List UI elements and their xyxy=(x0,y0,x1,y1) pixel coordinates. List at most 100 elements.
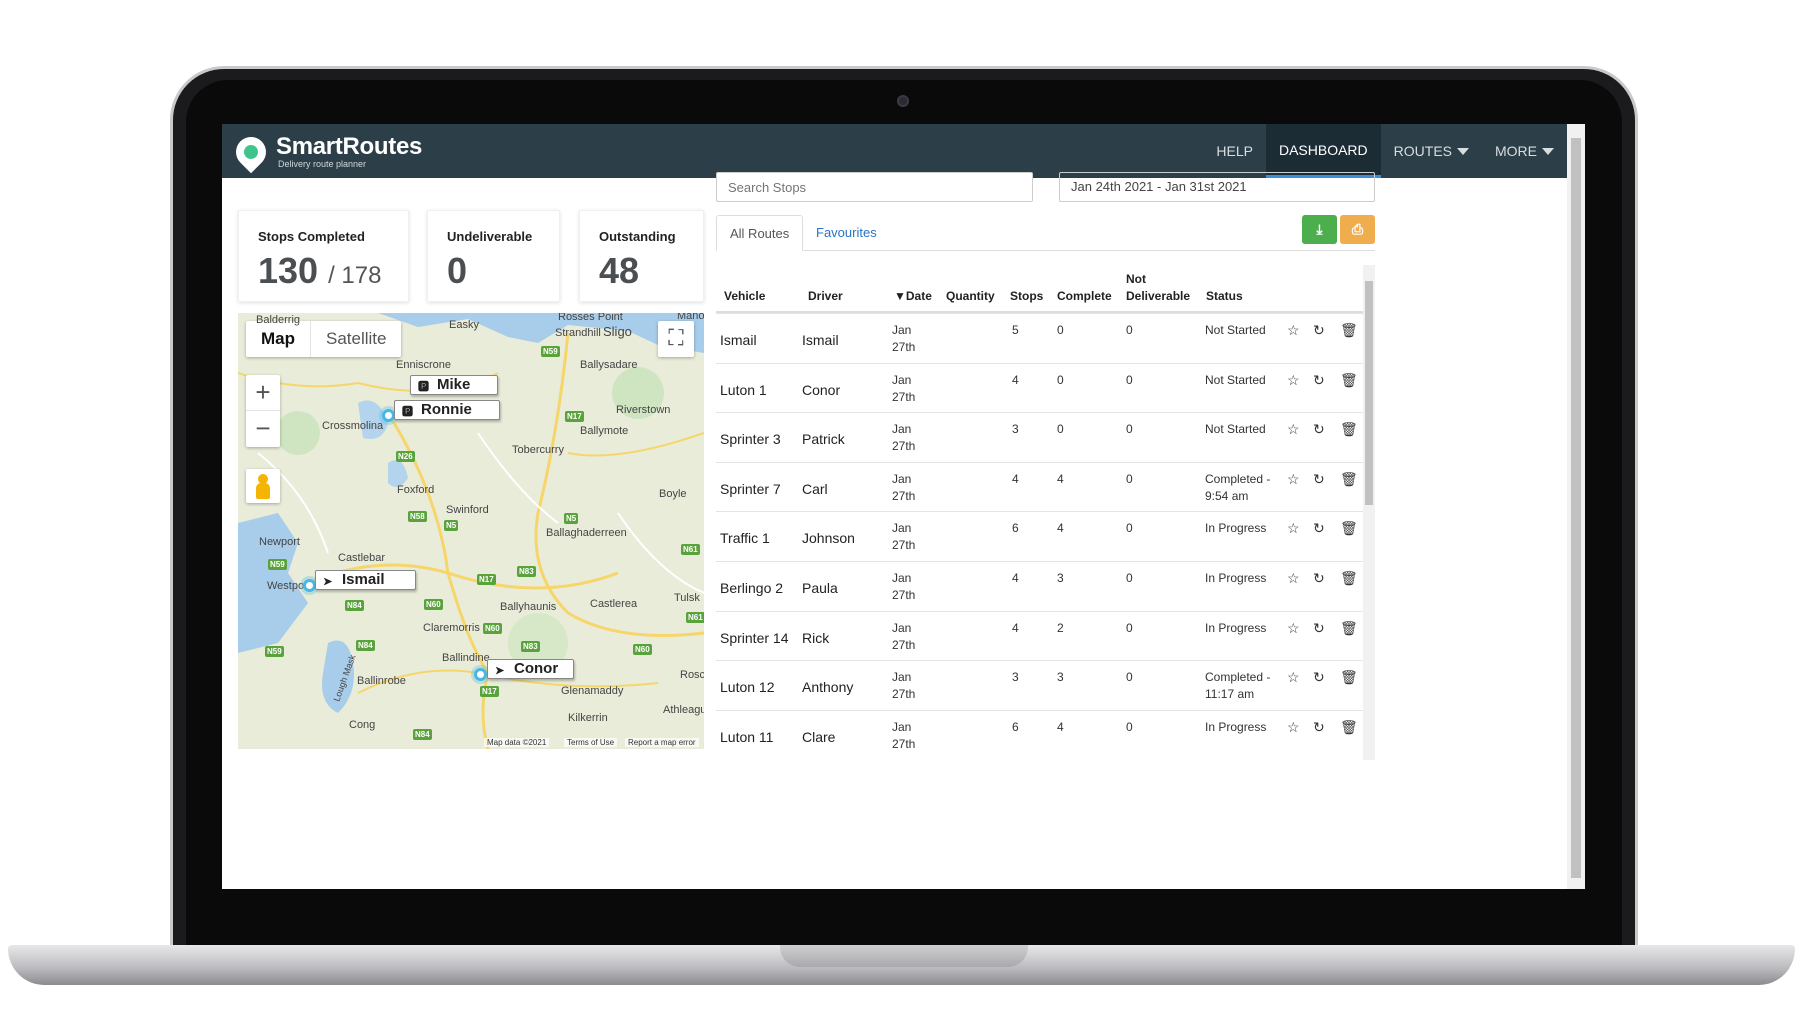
tab-favourites[interactable]: Favourites xyxy=(803,215,890,251)
camera-dot xyxy=(897,95,909,107)
cell-date-day: 27th xyxy=(892,340,916,354)
map-place: Ballysadare xyxy=(580,359,638,371)
trash-icon[interactable]: 🗑 xyxy=(1340,719,1358,736)
star-icon[interactable]: ☆ xyxy=(1287,471,1300,488)
route-map[interactable]: Map Satellite ⛶ + − Easky Rosses Point S… xyxy=(238,313,704,749)
road-label: N17 xyxy=(477,574,496,585)
trash-icon[interactable]: 🗑 xyxy=(1340,669,1358,686)
nav-more[interactable]: MORE xyxy=(1482,124,1567,178)
driver-label-ismail[interactable]: ➤ Ismail xyxy=(315,570,416,590)
star-icon[interactable]: ☆ xyxy=(1287,620,1300,637)
table-row[interactable]: Luton 12 Anthony Jan 27th 3 3 0 Completed - 11:1… xyxy=(716,660,1363,710)
cell-not-deliverable: 0 xyxy=(1126,719,1133,734)
star-icon[interactable]: ☆ xyxy=(1287,520,1300,537)
col-not-deliverable[interactable]: Not Deliverable xyxy=(1126,271,1190,305)
trash-icon[interactable]: 🗑 xyxy=(1340,322,1358,339)
road-label: N5 xyxy=(564,513,579,524)
table-row[interactable]: Berlingo 2 Paula Jan 27th 4 3 0 In Progress ☆ ↻ 🗑 xyxy=(716,561,1363,611)
refresh-icon[interactable]: ↻ xyxy=(1313,620,1325,637)
street-view-pegman-icon[interactable] xyxy=(246,469,280,503)
brand-tagline: Delivery route planner xyxy=(278,159,367,169)
search-stops-input[interactable] xyxy=(716,172,1033,202)
cell-not-deliverable: 0 xyxy=(1126,323,1133,337)
nav-routes[interactable]: ROUTES xyxy=(1381,124,1482,178)
cell-stops: 5 xyxy=(1012,323,1019,337)
cell-status: In Progress xyxy=(1205,620,1266,637)
download-button[interactable]: ⤓ xyxy=(1302,215,1337,244)
routes-table: Vehicle Driver ▼Date Quantity Stops Comp… xyxy=(716,265,1363,889)
trash-icon[interactable]: 🗑 xyxy=(1340,372,1358,389)
star-icon[interactable]: ☆ xyxy=(1287,719,1300,736)
star-icon[interactable]: ☆ xyxy=(1287,421,1300,438)
col-not-deliverable-line2: Deliverable xyxy=(1126,289,1191,303)
table-scrollbar-thumb[interactable] xyxy=(1365,281,1373,505)
star-icon[interactable]: ☆ xyxy=(1287,570,1300,587)
col-status[interactable]: Status xyxy=(1206,288,1243,305)
table-row[interactable]: Luton 1 Conor Jan 27th 4 0 0 Not Started ☆ ↻ 🗑 xyxy=(716,362,1363,413)
star-icon[interactable]: ☆ xyxy=(1287,669,1300,686)
cell-stops: 4 xyxy=(1012,620,1019,635)
table-row[interactable]: Sprinter 14 Rick Jan 27th 4 2 0 In Progress ☆ ↻ 🗑 xyxy=(716,610,1363,661)
trash-icon[interactable]: 🗑 xyxy=(1340,421,1358,438)
star-icon[interactable]: ☆ xyxy=(1287,322,1300,339)
cell-date-day: 27th xyxy=(892,439,916,454)
map-terms-link[interactable]: Terms of Use xyxy=(564,738,618,747)
nav-dashboard[interactable]: DASHBOARD xyxy=(1265,124,1381,178)
trash-icon[interactable]: 🗑 xyxy=(1340,570,1358,587)
map-place: Ballaghaderreen xyxy=(546,527,627,539)
table-row[interactable]: Sprinter 3 Patrick Jan 27th 3 0 0 Not Started ☆ ↻… xyxy=(716,412,1363,462)
refresh-icon[interactable]: ↻ xyxy=(1313,372,1325,389)
driver-label-mike[interactable]: 🅿 Mike xyxy=(410,375,498,395)
table-scrollbar[interactable] xyxy=(1363,265,1375,760)
col-date[interactable]: ▼Date xyxy=(894,288,932,305)
date-range-picker[interactable]: Jan 24th 2021 - Jan 31st 2021 xyxy=(1059,172,1375,202)
app-screen: SmartRoutes Delivery route planner HELP … xyxy=(222,124,1585,889)
print-button[interactable]: ⎙ xyxy=(1340,215,1375,244)
refresh-icon[interactable]: ↻ xyxy=(1313,719,1325,736)
refresh-icon[interactable]: ↻ xyxy=(1313,570,1325,587)
nav-help[interactable]: HELP xyxy=(1203,124,1266,178)
refresh-icon[interactable]: ↻ xyxy=(1313,520,1325,537)
map-place: Cong xyxy=(349,719,376,731)
zoom-in-button[interactable]: + xyxy=(246,375,280,411)
card-stops-completed: Stops Completed 130 / 178 xyxy=(238,210,409,302)
map-type-satellite[interactable]: Satellite xyxy=(311,321,401,357)
page-scrollbar[interactable] xyxy=(1567,124,1585,889)
star-icon[interactable]: ☆ xyxy=(1287,372,1300,389)
cell-complete: 0 xyxy=(1057,323,1064,337)
trash-icon[interactable]: 🗑 xyxy=(1340,620,1358,637)
driver-label-ronnie[interactable]: 🅿 Ronnie xyxy=(394,400,500,420)
col-stops[interactable]: Stops xyxy=(1010,288,1043,305)
map-place: Kilkerrin xyxy=(568,712,608,724)
table-row[interactable]: Ismail Ismail Jan 27th 5 0 0 Not Started ☆ ↻ 🗑 xyxy=(716,313,1363,363)
driver-location-marker[interactable] xyxy=(474,668,487,681)
laptop-notch xyxy=(780,945,1028,967)
page-scrollbar-thumb[interactable] xyxy=(1571,138,1581,878)
cell-date: Jan 27th xyxy=(892,570,915,604)
refresh-icon[interactable]: ↻ xyxy=(1313,322,1325,339)
driver-label-conor[interactable]: ➤ Conor xyxy=(487,659,574,679)
cell-stops: 6 xyxy=(1012,521,1019,536)
col-complete[interactable]: Complete xyxy=(1057,288,1112,305)
table-row[interactable]: Luton 11 Clare Jan 27th 6 4 0 In Progress ☆ ↻ 🗑 xyxy=(716,709,1363,760)
refresh-icon[interactable]: ↻ xyxy=(1313,421,1325,438)
table-row[interactable]: Traffic 1 Johnson Jan 27th 6 4 0 In Progress ☆ ↻ 🗑 xyxy=(716,511,1363,561)
table-row[interactable]: Sprinter 7 Carl Jan 27th 4 4 0 Completed - 9:54 … xyxy=(716,461,1363,512)
trash-icon[interactable]: 🗑 xyxy=(1340,471,1358,488)
col-quantity[interactable]: Quantity xyxy=(946,288,995,305)
tab-all-routes[interactable]: All Routes xyxy=(716,215,804,251)
cell-not-deliverable: 0 xyxy=(1126,422,1133,437)
trash-icon[interactable]: 🗑 xyxy=(1340,520,1358,537)
zoom-out-button[interactable]: − xyxy=(246,411,280,447)
cell-status-line1: Completed - xyxy=(1205,670,1271,685)
fullscreen-icon[interactable]: ⛶ xyxy=(658,321,694,357)
cell-status: In Progress xyxy=(1205,520,1266,537)
map-type-map[interactable]: Map xyxy=(246,321,311,357)
refresh-icon[interactable]: ↻ xyxy=(1313,669,1325,686)
refresh-icon[interactable]: ↻ xyxy=(1313,471,1325,488)
cell-status-line1: In Progress xyxy=(1205,719,1267,734)
brand-logo[interactable]: SmartRoutes Delivery route planner xyxy=(229,130,422,174)
col-vehicle[interactable]: Vehicle xyxy=(724,288,765,305)
col-driver[interactable]: Driver xyxy=(808,288,843,305)
map-report-link[interactable]: Report a map error xyxy=(625,738,699,747)
